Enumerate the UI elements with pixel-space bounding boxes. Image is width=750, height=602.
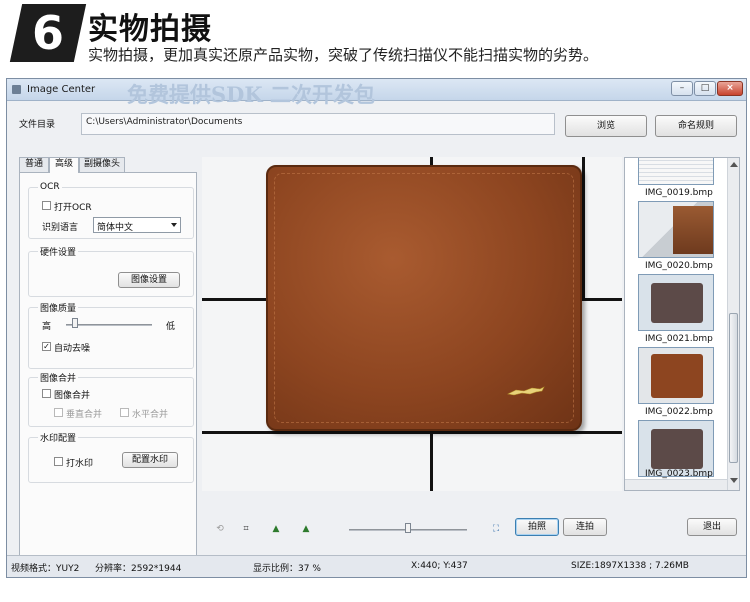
watermark-label: 打水印 (66, 459, 94, 469)
rotate-icon[interactable]: ⟲ (213, 523, 227, 535)
horizontal-merge-checkbox[interactable] (120, 408, 129, 417)
status-image-size: SIZE:1897X1338 ; 7.26MB (571, 561, 689, 571)
promo-header: 6 实物拍摄 实物拍摄，更加真实还原产品实物，突破了传统扫描仪不能扫描实物的劣势… (0, 0, 750, 76)
status-resolution: 分辨率：2592*1944 (95, 564, 182, 574)
ocr-enable-label: 打开OCR (54, 203, 92, 213)
image-merge-checkbox[interactable] (42, 389, 51, 398)
chevron-down-icon (171, 223, 177, 227)
directory-label: 文件目录 (19, 120, 56, 130)
promo-title: 实物拍摄 (88, 12, 212, 47)
continuous-capture-button[interactable]: 连拍 (563, 518, 607, 536)
tab-normal[interactable]: 普通 (19, 157, 49, 172)
scrollbar-thumb[interactable] (729, 313, 738, 463)
status-cursor-position: X:440; Y:437 (411, 561, 468, 571)
exit-button[interactable]: 退出 (687, 518, 737, 536)
window-title: Image Center (27, 84, 96, 95)
tab-secondary-camera[interactable]: 副摄像头 (79, 157, 125, 172)
ocr-enable-checkbox[interactable] (42, 201, 51, 210)
banner-ghost-text: 免费提供SDK 二次开发包 (127, 82, 375, 107)
image-settings-button[interactable]: 图像设置 (118, 272, 180, 288)
vertical-merge-label: 垂直合并 (66, 410, 103, 420)
ocr-language-select[interactable]: 简体中文 (93, 217, 181, 233)
status-video-format: 视频格式：YUY2 (11, 564, 80, 574)
thumbnail-caption[interactable]: IMG_0023.bmp (645, 469, 713, 479)
scroll-down-icon[interactable] (730, 478, 738, 483)
thumbnail-vertical-scrollbar[interactable] (727, 158, 739, 490)
minimize-button[interactable]: – (671, 81, 693, 96)
auto-denoise-label: 自动去噪 (54, 344, 91, 354)
thumbnail-image[interactable] (638, 158, 714, 185)
step-number-badge: 6 (9, 4, 87, 62)
scroll-up-icon[interactable] (730, 162, 738, 167)
quality-group-title: 图像质量 (38, 301, 79, 314)
advanced-settings-panel: OCR 打开OCR 识别语言 简体中文 硬件设置 图像设置 图像质量 高 低 ✓… (19, 172, 197, 558)
fit-to-window-icon[interactable]: ⛶ (489, 523, 503, 535)
quality-slider-thumb[interactable] (71, 318, 78, 328)
thumbnail-caption[interactable]: IMG_0019.bmp (645, 188, 713, 198)
hardware-group-title: 硬件设置 (38, 245, 79, 258)
thumbnail-horizontal-scrollbar[interactable] (625, 479, 727, 490)
merge-group (28, 377, 194, 427)
preview-grid-line (582, 157, 585, 298)
app-window: Image Center 免费提供SDK 二次开发包 – □ × 文件目录 C:… (6, 78, 747, 578)
quality-group (28, 307, 194, 369)
quality-high-label: 高 (42, 322, 52, 332)
crop-icon[interactable]: ⌗ (239, 523, 253, 535)
wallet-photo (266, 165, 582, 431)
quality-low-label: 低 (166, 322, 176, 332)
thumbnail-image[interactable] (638, 201, 714, 258)
quality-slider-track[interactable] (66, 324, 152, 326)
horse-logo-icon (507, 386, 545, 396)
tab-advanced[interactable]: 高级 (49, 157, 79, 173)
thumbnail-list[interactable]: IMG_0019.bmp IMG_0020.bmp IMG_0021.bmp I… (624, 157, 740, 491)
close-button[interactable]: × (717, 81, 743, 96)
merge-group-title: 图像合并 (38, 371, 79, 384)
ocr-group-title: OCR (38, 182, 62, 192)
status-display-ratio: 显示比例：37 % (253, 564, 321, 574)
vertical-merge-checkbox[interactable] (54, 408, 63, 417)
image-merge-label: 图像合并 (54, 391, 91, 401)
auto-denoise-checkbox[interactable]: ✓ (42, 342, 51, 351)
directory-path-field[interactable]: C:\Users\Administrator\Documents (81, 113, 555, 135)
thumbnail-caption[interactable]: IMG_0021.bmp (645, 334, 713, 344)
watermark-group-title: 水印配置 (38, 431, 79, 444)
rotate-right-icon[interactable]: ▲ (299, 523, 313, 535)
horizontal-merge-label: 水平合并 (132, 410, 169, 420)
thumbnail-image[interactable] (638, 347, 714, 404)
thumbnail-caption[interactable]: IMG_0022.bmp (645, 407, 713, 417)
preview-grid-line (202, 431, 622, 434)
ocr-language-label: 识别语言 (42, 223, 79, 233)
watermark-checkbox[interactable] (54, 457, 63, 466)
camera-preview[interactable] (202, 157, 622, 491)
rotate-left-icon[interactable]: ▲ (269, 523, 283, 535)
status-bar: 视频格式：YUY2 分辨率：2592*1944 显示比例：37 % X:440;… (7, 555, 746, 577)
ocr-language-value: 简体中文 (97, 223, 134, 233)
zoom-slider-thumb[interactable] (405, 523, 411, 533)
browse-button[interactable]: 浏览 (565, 115, 647, 137)
capture-button[interactable]: 拍照 (515, 518, 559, 536)
app-icon (12, 85, 21, 94)
title-bar[interactable]: Image Center 免费提供SDK 二次开发包 – □ × (7, 79, 746, 107)
promo-subtitle: 实物拍摄，更加真实还原产品实物，突破了传统扫描仪不能扫描实物的劣势。 (88, 46, 599, 64)
naming-rule-button[interactable]: 命名规则 (655, 115, 737, 137)
thumbnail-image[interactable] (638, 274, 714, 331)
thumbnail-caption[interactable]: IMG_0020.bmp (645, 261, 713, 271)
step-number: 6 (31, 6, 64, 60)
check-mark-icon: ✓ (43, 342, 50, 351)
configure-watermark-button[interactable]: 配置水印 (122, 452, 178, 468)
maximize-button[interactable]: □ (694, 81, 716, 96)
